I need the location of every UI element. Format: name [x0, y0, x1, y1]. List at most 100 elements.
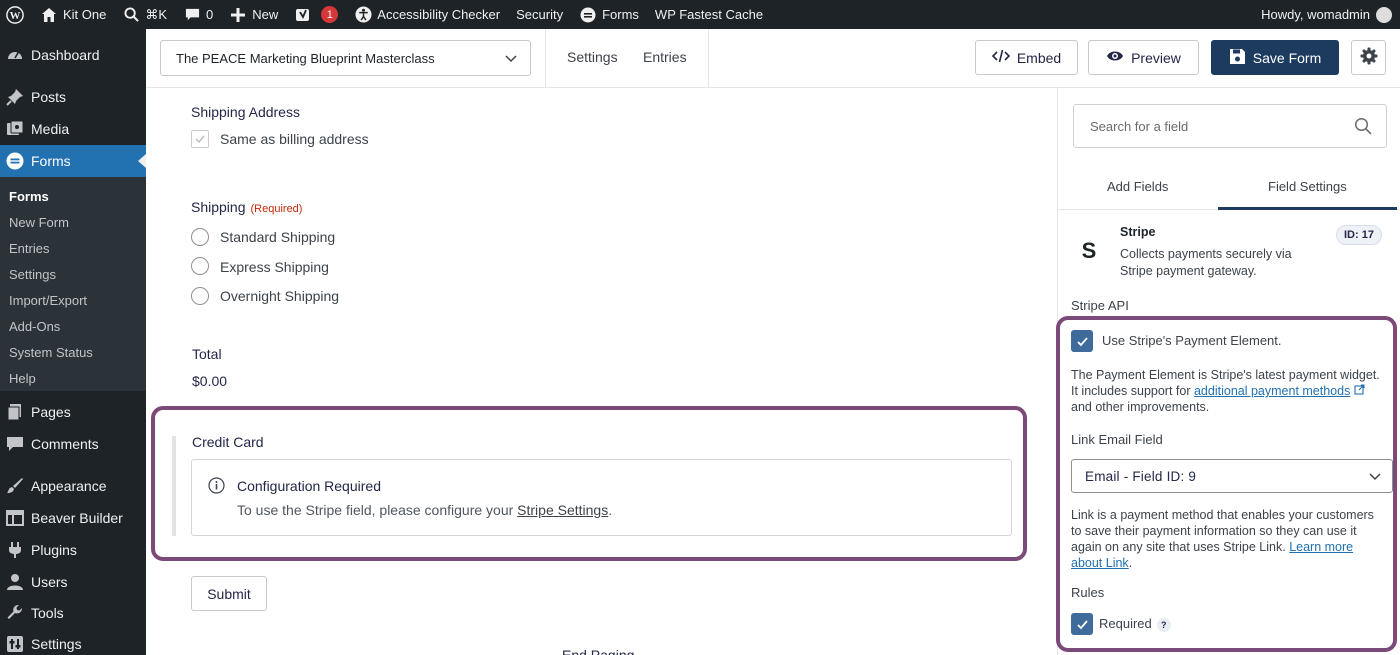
overnight-shipping-radio[interactable] — [191, 287, 209, 305]
sidebar-item-tools[interactable]: Tools — [0, 597, 146, 629]
plus-icon — [229, 6, 247, 24]
about-link-link[interactable]: about Link — [1071, 556, 1129, 570]
wp-fastest-cache-link[interactable]: WP Fastest Cache — [647, 0, 771, 29]
sidebar-item-label: Posts — [31, 89, 67, 105]
comments-count: 0 — [206, 7, 214, 22]
comment-icon — [5, 434, 25, 454]
field-settings-panel: Search for a field Add Fields Field Sett… — [1056, 88, 1400, 655]
info-icon — [208, 477, 225, 499]
editor-settings-button[interactable] — [1351, 40, 1386, 75]
link-email-field-select[interactable]: Email - Field ID: 9 — [1071, 459, 1393, 493]
field-search-input[interactable]: Search for a field — [1073, 104, 1387, 148]
tab-add-fields[interactable]: Add Fields — [1107, 179, 1168, 194]
yoast-icon — [294, 6, 312, 24]
sidebar-item-users[interactable]: Users — [0, 566, 146, 598]
sidebar-item-settings[interactable]: Settings — [0, 628, 146, 655]
submit-button[interactable]: Submit — [191, 576, 267, 611]
command-palette-button[interactable]: ⌘K — [114, 0, 175, 29]
settings-icon — [5, 634, 25, 654]
submenu-item-forms[interactable]: Forms — [9, 189, 49, 204]
new-label: New — [252, 7, 279, 22]
embed-button[interactable]: Embed — [975, 40, 1078, 75]
field-desc-line1: Collects payments securely via — [1120, 247, 1292, 261]
selected-field-indicator — [172, 436, 176, 536]
forms-submenu: Forms New Form Entries Settings Import/E… — [0, 177, 146, 391]
credit-card-label: Credit Card — [192, 434, 264, 450]
sidebar-item-forms[interactable]: Forms — [0, 145, 146, 177]
link-desc-line3: again on any site that uses Stripe Link.… — [1071, 539, 1353, 555]
account-menu[interactable]: Howdy, womadmin — [1261, 6, 1400, 23]
pages-icon — [5, 402, 25, 422]
stripe-api-label: Stripe API — [1071, 298, 1129, 313]
shipping-label: Shipping — [191, 199, 246, 215]
sidebar-item-comments[interactable]: Comments — [0, 428, 146, 460]
sidebar-item-label: Comments — [31, 436, 99, 452]
wordpress-logo-icon[interactable]: W — [0, 0, 32, 29]
sidebar-item-label: Dashboard — [31, 47, 100, 63]
help-tooltip-icon[interactable]: ? — [1156, 617, 1171, 632]
submenu-item-entries[interactable]: Entries — [9, 241, 49, 256]
yoast-seo-link[interactable]: 1 — [286, 0, 346, 29]
cache-label: WP Fastest Cache — [654, 7, 764, 22]
submenu-item-system-status[interactable]: System Status — [9, 345, 93, 360]
standard-shipping-radio[interactable] — [191, 228, 209, 246]
comment-icon — [183, 6, 201, 24]
use-payment-element-label: Use Stripe's Payment Element. — [1102, 333, 1282, 348]
submenu-item-add-ons[interactable]: Add-Ons — [9, 319, 60, 334]
admin-bar: W Kit One ⌘K 0 New 1 Accessibility Check… — [0, 0, 1400, 29]
save-form-button[interactable]: Save Form — [1211, 40, 1339, 75]
link-desc-line2: to save their payment information so the… — [1071, 524, 1357, 538]
settings-link[interactable]: Settings — [567, 49, 618, 65]
overnight-shipping-label: Overnight Shipping — [220, 288, 340, 304]
new-content-link[interactable]: New — [221, 0, 286, 29]
security-link[interactable]: Security — [508, 0, 571, 29]
tab-field-settings[interactable]: Field Settings — [1268, 179, 1347, 194]
stripe-settings-link[interactable]: Stripe Settings — [517, 502, 608, 518]
site-name-link[interactable]: Kit One — [32, 0, 114, 29]
sidebar-item-appearance[interactable]: Appearance — [0, 470, 146, 502]
submenu-item-settings[interactable]: Settings — [9, 267, 56, 282]
howdy-text: Howdy, womadmin — [1261, 7, 1370, 22]
code-icon — [991, 49, 1010, 66]
toolbar-divider — [708, 29, 709, 88]
submenu-item-help[interactable]: Help — [9, 371, 36, 386]
preview-button[interactable]: Preview — [1088, 40, 1199, 75]
search-placeholder: Search for a field — [1090, 118, 1189, 134]
entries-link[interactable]: Entries — [643, 49, 687, 65]
link-email-field-value: Email - Field ID: 9 — [1085, 468, 1197, 484]
sidebar-item-dashboard[interactable]: Dashboard — [0, 39, 146, 71]
accessibility-checker-link[interactable]: Accessibility Checker — [346, 0, 508, 29]
required-checkbox[interactable] — [1071, 613, 1093, 635]
express-shipping-radio[interactable] — [191, 257, 209, 275]
same-as-billing-checkbox[interactable] — [191, 130, 209, 148]
comments-link[interactable]: 0 — [175, 0, 221, 29]
learn-more-link[interactable]: Learn more — [1289, 540, 1353, 554]
check-icon — [1076, 336, 1088, 346]
total-value: $0.00 — [192, 373, 228, 389]
form-switcher-select[interactable]: The PEACE Marketing Blueprint Masterclas… — [160, 40, 531, 76]
sidebar-item-media[interactable]: Media — [0, 113, 146, 145]
sidebar-item-label: Tools — [31, 605, 64, 621]
form-editor-toolbar: The PEACE Marketing Blueprint Masterclas… — [146, 29, 1400, 88]
form-canvas: Shipping Address Same as billing address… — [146, 88, 1057, 655]
sidebar-item-beaver-builder[interactable]: Beaver Builder — [0, 502, 146, 534]
field-desc-line2: Stripe payment gateway. — [1120, 264, 1257, 278]
sidebar-item-posts[interactable]: Posts — [0, 81, 146, 113]
additional-payment-methods-link[interactable]: additional payment methods — [1194, 384, 1350, 398]
site-name: Kit One — [63, 7, 107, 22]
pe-desc-line3: and other improvements. — [1071, 400, 1210, 414]
required-label: Required — [1099, 616, 1152, 631]
sidebar-item-label: Settings — [31, 636, 82, 652]
required-indicator: (Required) — [250, 203, 303, 215]
notice-text: To use the Stripe field, please configur… — [237, 502, 612, 518]
forms-admin-link[interactable]: Forms — [571, 0, 647, 29]
brush-icon — [5, 476, 25, 496]
submenu-item-import-export[interactable]: Import/Export — [9, 293, 87, 308]
grid-icon — [5, 508, 25, 528]
field-title: Stripe — [1120, 225, 1156, 239]
accessibility-label: Accessibility Checker — [377, 7, 501, 22]
use-payment-element-checkbox[interactable] — [1071, 330, 1093, 352]
sidebar-item-plugins[interactable]: Plugins — [0, 534, 146, 566]
sidebar-item-pages[interactable]: Pages — [0, 396, 146, 428]
submenu-item-new-form[interactable]: New Form — [9, 215, 69, 230]
